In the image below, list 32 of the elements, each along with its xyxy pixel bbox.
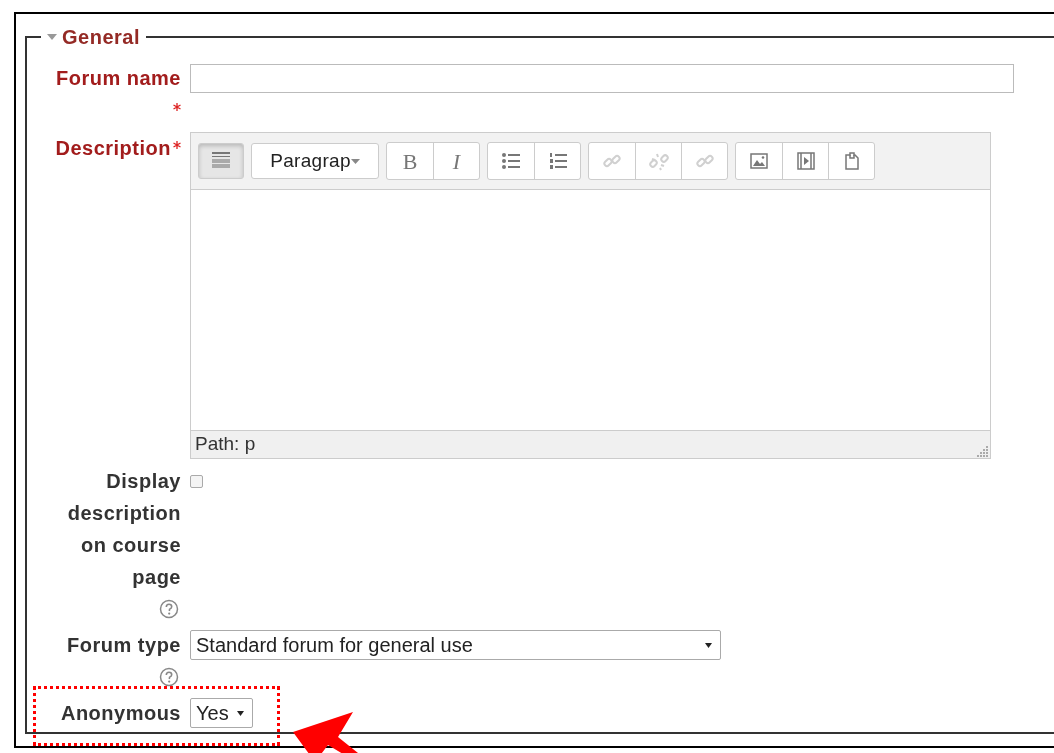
collapse-toggle-icon[interactable] xyxy=(47,34,57,40)
numbers-button[interactable] xyxy=(534,143,580,179)
element-path: Path: p xyxy=(195,432,256,457)
bulleted-list-icon xyxy=(501,151,521,171)
field-label: Description xyxy=(53,132,181,164)
forum-name-field[interactable] xyxy=(190,64,1014,93)
toolbar-toggle-icon xyxy=(211,151,231,171)
paste-button[interactable] xyxy=(828,143,874,179)
caret-icon xyxy=(350,158,360,164)
bullets-button[interactable] xyxy=(488,143,534,179)
film-icon xyxy=(795,151,816,171)
caret-icon xyxy=(705,642,712,648)
field-label: Forum name xyxy=(53,62,181,126)
image-icon xyxy=(749,151,769,171)
dropdown-select[interactable]: Standard forum for general use xyxy=(190,630,721,660)
display-description-checkbox[interactable] xyxy=(190,475,203,488)
numbered-list-icon xyxy=(547,151,568,171)
field-label: Forum type xyxy=(66,633,181,658)
help-icon[interactable] xyxy=(159,599,179,619)
format-dropdown[interactable]: Paragrap xyxy=(251,143,379,179)
toggle-button[interactable] xyxy=(198,143,244,179)
caret-icon xyxy=(236,710,244,716)
bold-button[interactable]: B xyxy=(387,143,433,179)
section-legend: General xyxy=(62,22,140,52)
italic-button[interactable]: I xyxy=(433,143,479,179)
field-label: Anonymous xyxy=(59,701,181,726)
field-label: Display description on course page xyxy=(66,469,181,590)
dropdown-select[interactable]: Yes xyxy=(190,698,253,728)
media-button[interactable] xyxy=(782,143,828,179)
image-button[interactable] xyxy=(736,143,782,179)
unlink-icon xyxy=(648,151,669,171)
help-icon[interactable] xyxy=(159,667,179,687)
